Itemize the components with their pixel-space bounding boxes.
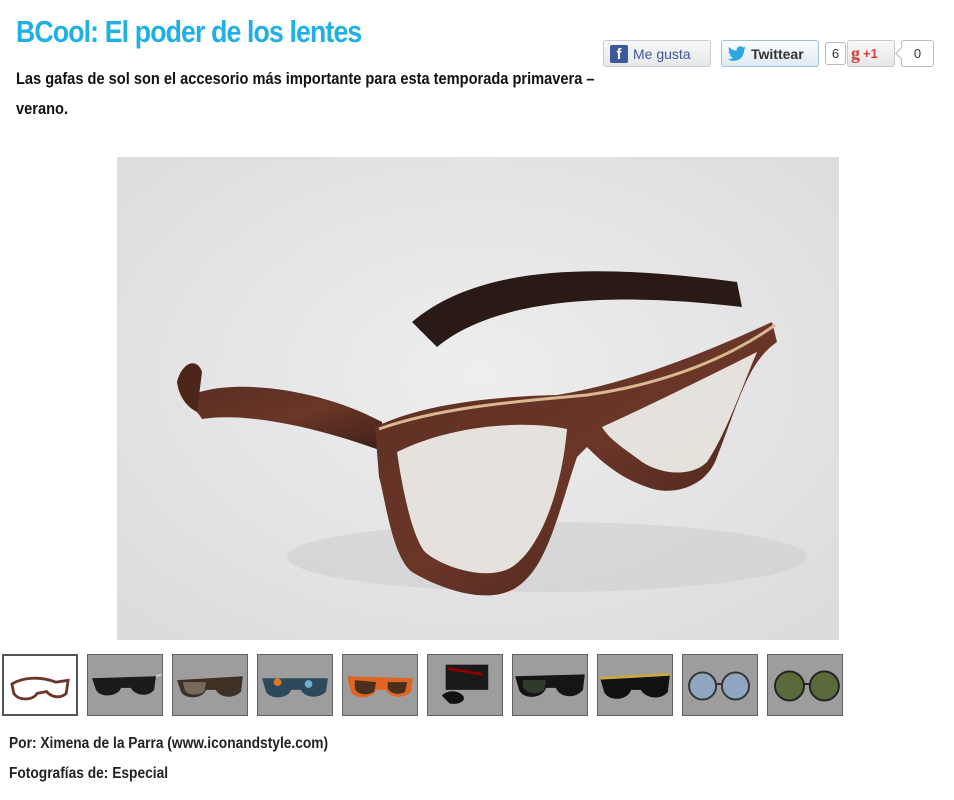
article-title: BCool: El poder de los lentes [16,14,362,49]
thumbnail-rayban-case[interactable] [427,654,503,716]
main-photo [117,157,839,640]
facebook-icon: f [610,44,628,63]
tweet-label: Twittear [751,45,804,62]
thumbnail-brown-sunglasses[interactable] [172,654,248,716]
twitter-bird-icon [727,45,746,61]
thumbnail-wood-eyeglasses[interactable] [2,654,78,716]
thumbnail-gold-sunglasses[interactable] [597,654,673,716]
tweet-button[interactable]: Twittear [721,40,819,67]
facebook-like-button[interactable]: f Me gusta [603,40,711,67]
thumbnail-orange-sunglasses[interactable] [342,654,418,716]
tweet-count: 6 [825,42,846,65]
google-plus-button[interactable]: g +1 [847,40,895,67]
thumbnail-pattern-sunglasses[interactable] [257,654,333,716]
thumbnail-black-sunglasses[interactable] [87,654,163,716]
google-plus-icon: g [851,43,860,63]
facebook-like-label: Me gusta [633,45,691,62]
google-plus-label: +1 [863,46,878,61]
thumbnail-round-green-sunglasses[interactable] [767,654,843,716]
author-credit: Por: Ximena de la Parra (www.iconandstyl… [9,735,329,752]
thumbnail-round-blue-sunglasses[interactable] [682,654,758,716]
photo-credit: Fotografías de: Especial [9,765,169,782]
thumbnail-black-green-sunglasses[interactable] [512,654,588,716]
google-plus-count: 0 [901,40,934,67]
article-subtitle: Las gafas de sol son el accesorio más im… [16,69,595,118]
wooden-eyeglasses-image [117,157,839,640]
